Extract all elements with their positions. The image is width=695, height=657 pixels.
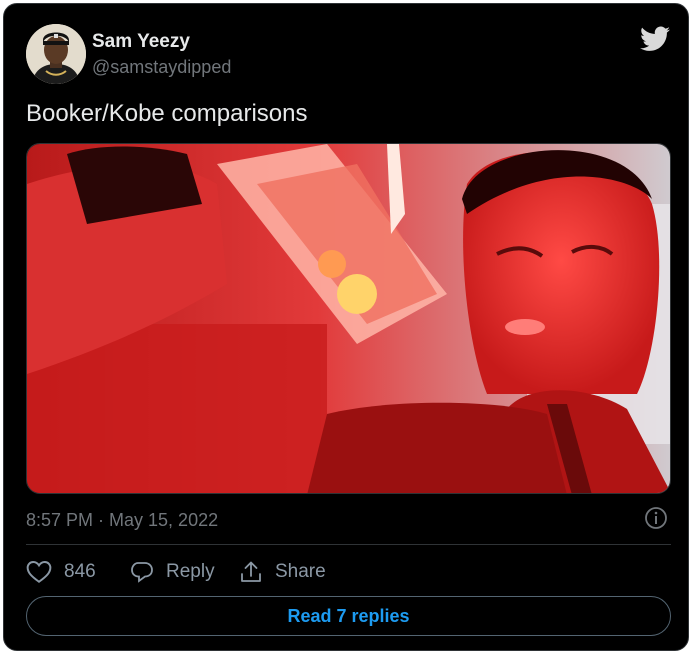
tweet-card: Sam Yeezy @samstaydipped Booker/Kobe com… bbox=[3, 3, 689, 651]
share-icon bbox=[241, 561, 261, 582]
avatar[interactable] bbox=[26, 24, 86, 84]
reply-button[interactable]: Reply bbox=[130, 558, 215, 586]
divider bbox=[26, 544, 671, 545]
heart-icon bbox=[26, 561, 52, 583]
author-handle[interactable]: @samstaydipped bbox=[92, 57, 231, 78]
info-icon[interactable] bbox=[644, 506, 668, 530]
like-button[interactable]: 846 bbox=[26, 558, 96, 586]
reply-bubble-icon bbox=[131, 562, 153, 583]
tweet-video[interactable] bbox=[26, 143, 671, 494]
reply-label: Reply bbox=[166, 561, 215, 582]
tweet-text: Booker/Kobe comparisons bbox=[26, 100, 308, 127]
share-button[interactable]: Share bbox=[239, 558, 326, 586]
author-name[interactable]: Sam Yeezy bbox=[92, 31, 190, 53]
read-replies-button[interactable]: Read 7 replies bbox=[26, 596, 671, 636]
share-label: Share bbox=[275, 561, 326, 582]
like-count: 846 bbox=[64, 561, 96, 582]
twitter-bird-icon[interactable] bbox=[640, 26, 670, 52]
tweet-timestamp[interactable]: 8:57 PM · May 15, 2022 bbox=[26, 510, 218, 531]
